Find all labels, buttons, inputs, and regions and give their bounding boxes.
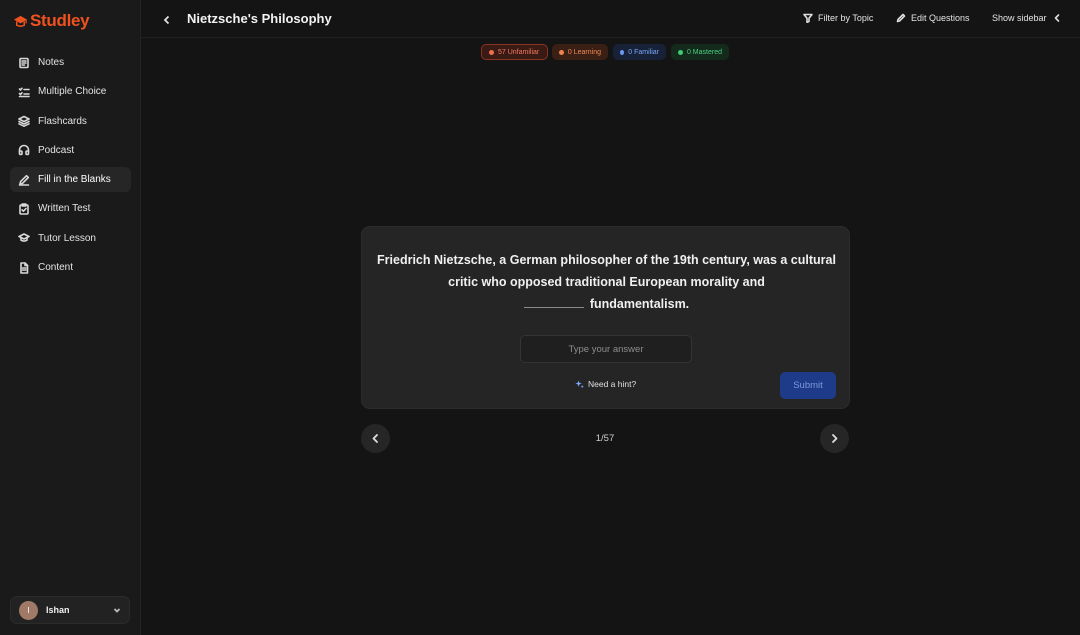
- edit-questions-button[interactable]: Edit Questions: [896, 13, 970, 23]
- filter-label: Filter by Topic: [818, 13, 874, 23]
- document-icon: [18, 261, 30, 274]
- app-name: Studley: [30, 11, 90, 30]
- sidebar-item-fill-in-the-blanks[interactable]: Fill in the Blanks: [10, 167, 131, 193]
- status-badge-familiar[interactable]: 0 Familiar: [613, 44, 666, 60]
- status-dot: [620, 49, 625, 55]
- sparkle-icon: [575, 379, 584, 388]
- status-badge-learning[interactable]: 0 Learning: [552, 44, 608, 60]
- next-button[interactable]: [820, 424, 849, 453]
- top-bar: Nietzsche's Philosophy Filter by Topic E…: [141, 0, 1080, 38]
- chevron-left-icon: [372, 434, 378, 443]
- status-dot: [489, 49, 494, 55]
- answer-input[interactable]: [520, 335, 692, 363]
- sidebar-item-flashcards[interactable]: Flashcards: [10, 109, 131, 134]
- notes-icon: [18, 57, 30, 69]
- status-badge-unfamiliar[interactable]: 57 Unfamiliar: [481, 44, 548, 60]
- question-counter: 1/57: [595, 433, 615, 444]
- status-label: 0 Familiar: [628, 48, 659, 56]
- sidebar-item-label: Tutor Lesson: [38, 232, 96, 244]
- question-text-before: Friedrich Nietzsche, a German philosophe…: [377, 253, 836, 289]
- back-button[interactable]: [161, 13, 173, 25]
- sidebar-item-label: Podcast: [38, 144, 75, 156]
- status-badge-mastered[interactable]: 0 Mastered: [671, 44, 729, 60]
- submit-button[interactable]: Submit: [780, 372, 836, 399]
- list-check-icon: [18, 86, 30, 98]
- question-text: Friedrich Nietzsche, a German philosophe…: [372, 249, 841, 315]
- filter-icon: [803, 13, 813, 23]
- page-title: Nietzsche's Philosophy: [187, 11, 332, 26]
- filter-by-topic-button[interactable]: Filter by Topic: [803, 13, 873, 23]
- answer-blank: [523, 298, 584, 308]
- graduation-cap-logo-icon: [13, 15, 28, 27]
- sidebar-item-notes[interactable]: Notes: [10, 50, 131, 75]
- sidebar-item-label: Content: [38, 262, 74, 274]
- status-label: 0 Learning: [567, 48, 601, 56]
- sidebar-nav: Notes Multiple Choice Flashcards Podcast…: [10, 50, 131, 284]
- pencil-icon: [896, 13, 906, 23]
- clipboard-check-icon: [18, 203, 30, 215]
- sidebar-item-tutor-lesson[interactable]: Tutor Lesson: [10, 226, 131, 251]
- hint-label: Need a hint?: [588, 379, 637, 389]
- sidebar: Studley Notes Multiple Choice Flashcards…: [0, 0, 141, 635]
- layers-icon: [18, 115, 30, 128]
- sidebar-item-label: Flashcards: [38, 115, 87, 127]
- studley-logo[interactable]: Studley: [13, 10, 90, 32]
- question-card: Friedrich Nietzsche, a German philosophe…: [361, 226, 850, 409]
- hint-button[interactable]: Need a hint?: [575, 379, 636, 389]
- previous-button[interactable]: [361, 424, 390, 453]
- show-sidebar-label: Show sidebar: [992, 13, 1047, 23]
- status-label: 0 Mastered: [686, 48, 722, 56]
- user-name: Ishan: [46, 605, 70, 615]
- sidebar-item-label: Multiple Choice: [38, 86, 107, 98]
- sidebar-item-label: Notes: [38, 57, 65, 68]
- sidebar-item-label: Written Test: [38, 203, 91, 215]
- status-dot: [678, 49, 683, 55]
- sidebar-item-podcast[interactable]: Podcast: [10, 138, 131, 163]
- edit-label: Edit Questions: [911, 13, 970, 23]
- user-menu[interactable]: I Ishan: [10, 596, 130, 624]
- question-text-after: fundamentalism.: [589, 297, 690, 311]
- headphones-icon: [18, 144, 30, 156]
- status-dot: [559, 49, 564, 55]
- chevron-down-icon: [113, 606, 121, 614]
- status-label: 57 Unfamiliar: [498, 48, 540, 56]
- chevron-left-icon: [163, 15, 170, 25]
- chevron-left-icon: [1054, 14, 1059, 22]
- sidebar-item-written-test[interactable]: Written Test: [10, 196, 131, 221]
- sidebar-item-label: Fill in the Blanks: [38, 174, 111, 186]
- chevron-right-icon: [832, 434, 838, 443]
- sidebar-item-content[interactable]: Content: [10, 255, 131, 280]
- avatar: I: [19, 600, 38, 620]
- show-sidebar-button[interactable]: Show sidebar: [992, 13, 1062, 23]
- sidebar-item-multiple-choice[interactable]: Multiple Choice: [10, 79, 131, 104]
- pencil-icon: [18, 174, 30, 186]
- graduation-cap-icon: [18, 232, 30, 244]
